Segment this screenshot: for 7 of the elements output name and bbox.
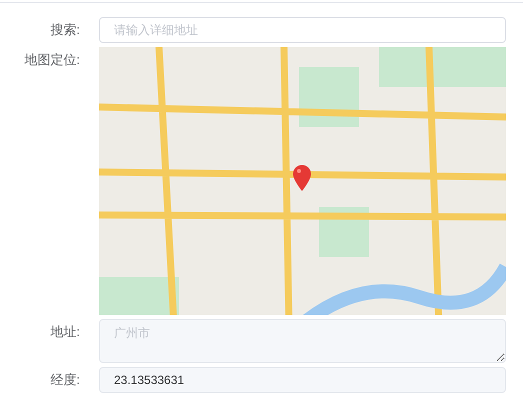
map-pin-icon xyxy=(293,165,311,191)
field-label: 经度: xyxy=(49,371,80,389)
field-label: 搜索: xyxy=(49,21,80,39)
field-label: 地址: xyxy=(49,323,80,341)
field-label: 地图定位: xyxy=(23,51,80,69)
search-field[interactable]: 请输入详细地址 xyxy=(99,17,506,43)
longitude-field[interactable]: 23.13533631 xyxy=(99,367,506,393)
